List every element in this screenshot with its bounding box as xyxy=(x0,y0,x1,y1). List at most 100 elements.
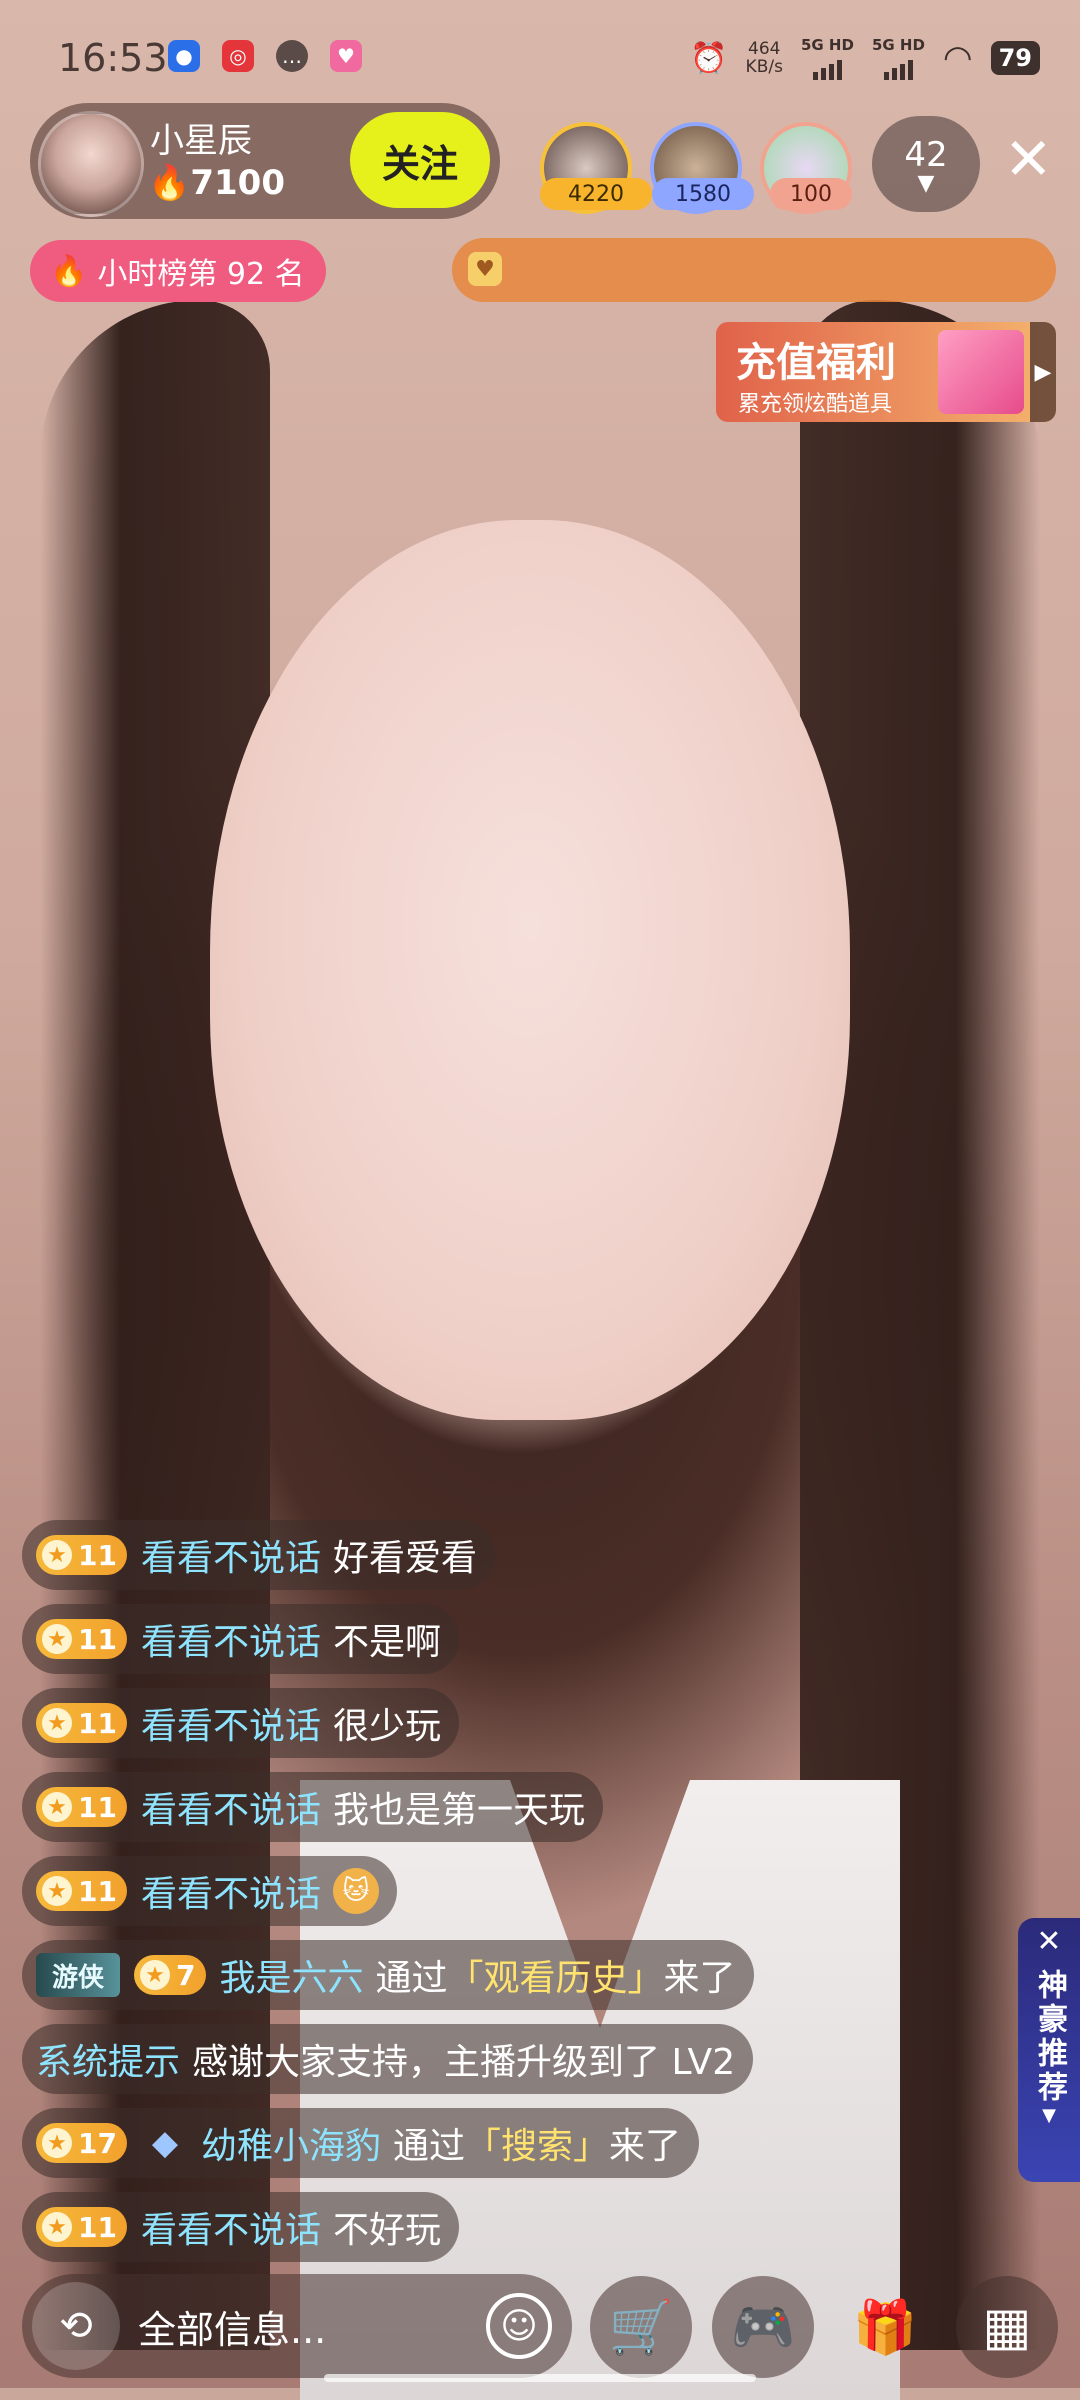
recharge-promo-banner[interactable]: 充值福利 累充领炫酷道具 ▶ xyxy=(716,322,1056,422)
user-level-badge: ★ 11 xyxy=(36,1787,127,1827)
chat-message[interactable]: ★ 11 看看不说话 很少玩 xyxy=(22,1688,459,1758)
chat-input-bar[interactable]: ⟲ 全部信息... ☺ xyxy=(22,2274,572,2378)
entry-source: 「搜索」 xyxy=(465,2126,610,2167)
net-speed: 464 KB/s xyxy=(746,40,783,76)
promo-title: 充值福利 xyxy=(736,340,896,386)
chat-username[interactable]: 看看不说话 xyxy=(141,1697,321,1749)
close-icon[interactable]: ✕ xyxy=(1036,1924,1061,1959)
level-value: 11 xyxy=(78,2210,117,2244)
entry-post: 来了 xyxy=(609,2126,682,2167)
net-speed-unit: KB/s xyxy=(745,57,783,77)
promo-subtitle: 累充领炫酷道具 xyxy=(738,392,893,417)
sim1-label: 5G HD xyxy=(800,36,854,54)
level-value: 11 xyxy=(78,1538,117,1572)
flame-icon: 🔥 xyxy=(148,163,191,203)
host-heat-score: 🔥7100 xyxy=(148,163,285,203)
refresh-icon[interactable]: ⟲ xyxy=(32,2282,120,2370)
chat-username[interactable]: 我是六六 xyxy=(220,1949,364,2001)
gift-box-icon xyxy=(938,330,1024,414)
grid-menu-icon[interactable]: ▦ xyxy=(956,2276,1058,2378)
hourly-rank-badge[interactable]: 🔥 小时榜第 92 名 xyxy=(30,240,326,302)
chat-message[interactable]: ★ 11 看看不说话 好看爱看 xyxy=(22,1520,495,1590)
follow-button[interactable]: 关注 xyxy=(350,112,490,208)
notification-icons: ● ◎ … ♥ xyxy=(168,40,362,72)
user-level-badge: ★ 7 xyxy=(134,1955,206,1995)
user-level-badge: ★ 11 xyxy=(36,1619,127,1659)
chat-message[interactable]: ★ 11 看看不说话 不是啊 xyxy=(22,1604,459,1674)
user-level-badge: ★ 11 xyxy=(36,1703,127,1743)
entry-post: 来了 xyxy=(663,1958,736,1999)
chat-username[interactable]: 看看不说话 xyxy=(141,1529,321,1581)
diamond-badge-icon: ◆ xyxy=(151,2123,179,2163)
chat-entry-notice[interactable]: ★ 17 ◆ 幼稚小海豹 通过 「搜索」 来了 xyxy=(22,2108,700,2178)
netease-music-icon: ◎ xyxy=(222,40,254,72)
chat-message[interactable]: ★ 11 看看不说话 🐱 xyxy=(22,1856,397,1926)
system-message: 系统提示 感谢大家支持，主播升级到了 LV2 xyxy=(22,2024,754,2094)
chevron-down-icon: ▼ xyxy=(1042,2105,1056,2126)
star-icon: ★ xyxy=(140,1960,171,1990)
viewer-count-button[interactable]: 42 ▼ xyxy=(872,116,980,212)
level-value: 17 xyxy=(78,2126,117,2160)
shopping-cart-icon[interactable]: 🛒 xyxy=(590,2276,692,2378)
top-viewer-score-2: 1580 xyxy=(652,178,754,210)
chat-text: 我也是第一天玩 xyxy=(332,1790,585,1831)
star-icon: ★ xyxy=(42,1624,72,1654)
chat-message[interactable]: ★ 11 看看不说话 不好玩 xyxy=(22,2192,459,2262)
video-streamer-face xyxy=(210,520,850,1420)
home-indicator[interactable] xyxy=(324,2374,756,2382)
star-icon: ★ xyxy=(42,1540,72,1570)
wifi-icon: ◠ xyxy=(942,38,973,78)
status-time: 16:53 xyxy=(58,36,168,80)
system-label: 系统提示 xyxy=(36,2042,181,2083)
chat-username[interactable]: 看看不说话 xyxy=(141,1781,321,1833)
baidu-app-icon: ● xyxy=(168,40,200,72)
level-value: 11 xyxy=(78,1874,117,1908)
viewer-count: 42 xyxy=(904,135,948,175)
chat-text: 很少玩 xyxy=(332,1706,441,1747)
sim1-signal: 5G HD xyxy=(801,36,854,80)
user-level-badge: ★ 17 xyxy=(36,2123,127,2163)
alarm-icon: ⏰ xyxy=(690,40,728,76)
host-score-value: 7100 xyxy=(190,163,285,203)
app-notification-icon: ♥ xyxy=(330,40,362,72)
status-bar: 16:53 ● ◎ … ♥ ⏰ 464 KB/s 5G HD 5G HD ◠ 7… xyxy=(0,0,1080,120)
user-level-badge: ★ 11 xyxy=(36,1535,127,1575)
chat-text: 不好玩 xyxy=(332,2210,441,2251)
chat-username[interactable]: 看看不说话 xyxy=(141,1865,321,1917)
chat-message[interactable]: ★ 11 看看不说话 我也是第一天玩 xyxy=(22,1772,603,1842)
signal-bars-icon xyxy=(883,54,913,80)
signal-bars-icon xyxy=(812,54,842,80)
sim2-label: 5G HD xyxy=(871,36,925,54)
gift-icon[interactable]: 🎁 xyxy=(834,2276,936,2378)
battery-indicator: 79 xyxy=(990,41,1040,75)
emoji-icon[interactable]: ☺ xyxy=(486,2293,552,2359)
entry-pre: 通过 xyxy=(375,1958,448,1999)
chat-input-placeholder[interactable]: 全部信息... xyxy=(138,2299,486,2354)
chat-entry-notice[interactable]: 游侠 ★ 7 我是六六 通过 「观看历史」 来了 xyxy=(22,1940,754,2010)
chat-text: 好看爱看 xyxy=(332,1538,477,1579)
level-value: 11 xyxy=(78,1706,117,1740)
level-value: 11 xyxy=(78,1790,117,1824)
level-value: 7 xyxy=(176,1958,196,1992)
chat-username[interactable]: 幼稚小海豹 xyxy=(201,2117,381,2169)
rich-recommend-panel[interactable]: ✕ 神豪推荐 ▼ xyxy=(1018,1918,1080,2182)
side-panel-label: 神豪推荐 xyxy=(1032,1969,1067,2105)
status-right: ⏰ 464 KB/s 5G HD 5G HD ◠ 79 xyxy=(690,36,1040,80)
notice-banner[interactable]: ♥ xyxy=(452,238,1056,302)
cat-emoji-icon: 🐱 xyxy=(332,1868,379,1914)
top-viewer-score-3: 100 xyxy=(770,178,852,210)
system-text: 感谢大家支持，主播升级到了 LV2 xyxy=(192,2042,736,2083)
chevron-right-icon[interactable]: ▶ xyxy=(1030,322,1056,422)
close-icon[interactable]: ✕ xyxy=(1004,130,1053,188)
sim2-signal: 5G HD xyxy=(872,36,925,80)
flame-icon: 🔥 xyxy=(50,253,88,289)
message-icon: … xyxy=(276,40,308,72)
chevron-down-icon: ▼ xyxy=(917,171,935,196)
chat-username[interactable]: 看看不说话 xyxy=(141,2201,321,2253)
star-icon: ★ xyxy=(42,1708,72,1738)
chat-username[interactable]: 看看不说话 xyxy=(141,1613,321,1665)
star-icon: ★ xyxy=(42,1792,72,1822)
hourly-rank-text: 小时榜第 92 名 xyxy=(97,257,305,292)
host-avatar[interactable] xyxy=(38,111,144,217)
gamepad-icon[interactable]: 🎮 xyxy=(712,2276,814,2378)
